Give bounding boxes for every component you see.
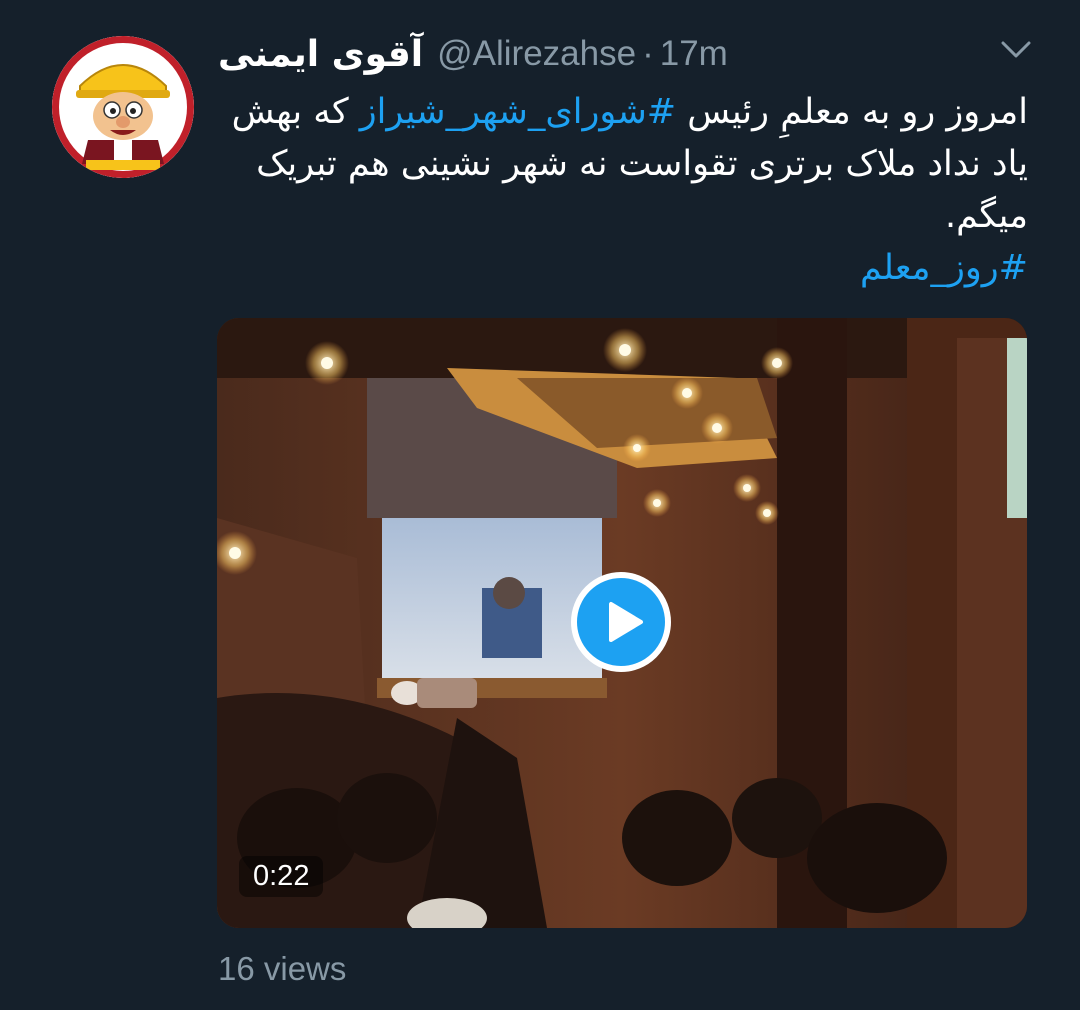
video-player[interactable]: 0:22 <box>217 318 1027 928</box>
view-count: 16 views <box>218 950 347 987</box>
tweet-header: آقوی ایمنی @Alirezahse · 17m <box>218 28 728 80</box>
timestamp[interactable]: 17m <box>660 34 728 74</box>
hashtag-link[interactable]: #روز_معلم <box>860 248 1028 288</box>
video-duration: 0:22 <box>239 856 324 897</box>
hashtag-link[interactable]: #شورای_شهر_شیراز <box>360 92 676 132</box>
tweet[interactable]: آقوی ایمنی @Alirezahse · 17m امروز رو به… <box>0 0 1080 1010</box>
user-handle[interactable]: @Alirezahse <box>437 34 636 74</box>
play-button[interactable] <box>571 572 671 672</box>
tweet-text-part: امروز رو به معلمِ رئیس <box>676 92 1028 132</box>
tweet-text: امروز رو به معلمِ رئیس #شورای_شهر_شیراز … <box>230 86 1028 294</box>
cartoon-hardhat-avatar-icon <box>52 36 194 178</box>
chevron-down-icon[interactable] <box>1000 38 1032 62</box>
avatar[interactable] <box>52 36 194 178</box>
separator-dot: · <box>642 34 654 73</box>
display-name[interactable]: آقوی ایمنی <box>218 34 423 75</box>
play-icon <box>609 602 643 642</box>
